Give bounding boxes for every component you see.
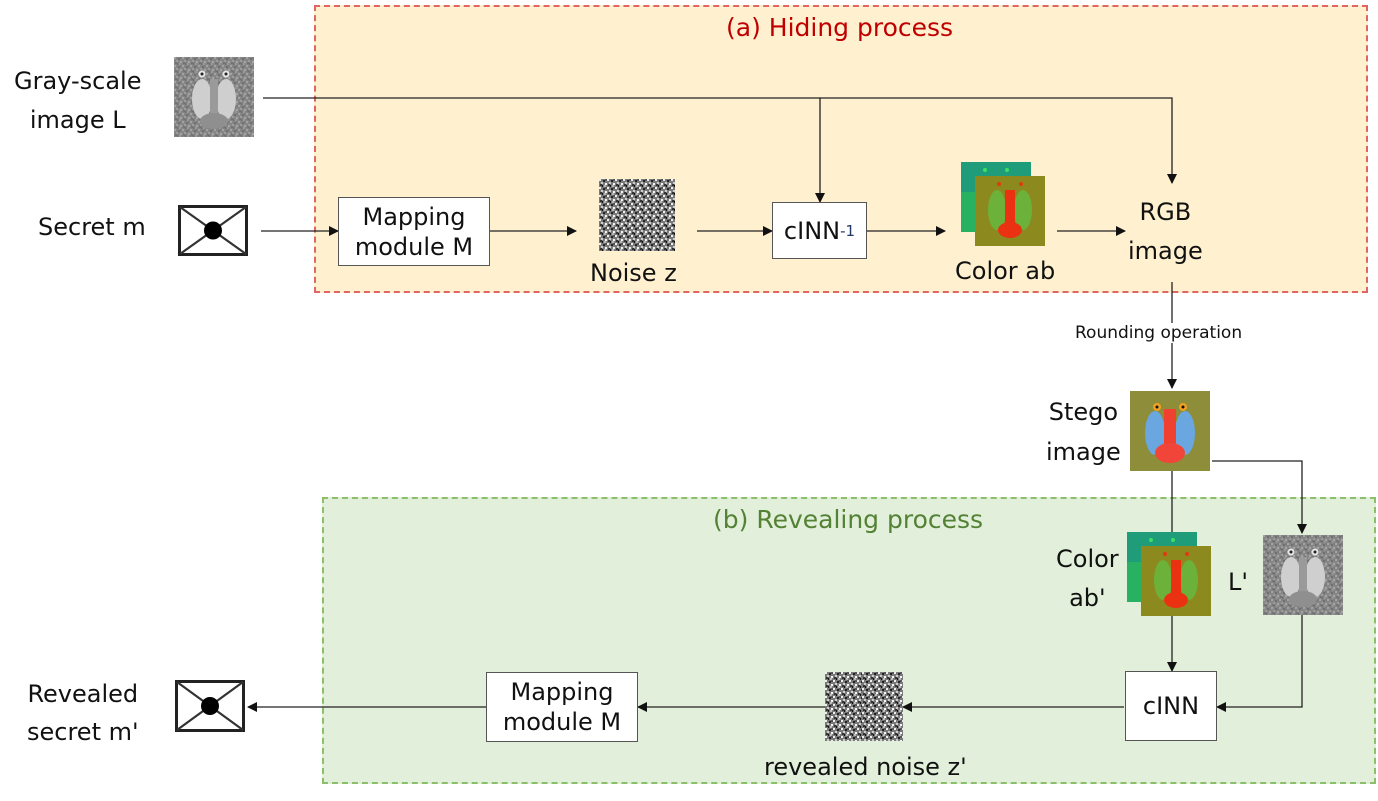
stego-image-label: Stego image (1046, 392, 1121, 472)
color-ab-prime-image (1127, 532, 1211, 616)
grayscale-image-thumbnail (174, 57, 254, 137)
revealed-noise-image-right (862, 672, 903, 741)
color-ab-label: Color ab (955, 257, 1056, 285)
mapping-module-hiding: Mapping module M (338, 197, 490, 266)
l-prime-label: L' (1228, 568, 1248, 596)
revealed-noise-label: revealed noise z' (764, 753, 967, 781)
envelope-icon (178, 205, 248, 256)
stego-label-line1: Stego (1048, 398, 1119, 426)
cinn-inverse-block: cINN -1 (772, 202, 867, 259)
secret-label: Secret m (38, 213, 146, 241)
stego-image-thumbnail (1130, 391, 1210, 471)
rgb-image-label: RGB image (1128, 193, 1203, 271)
rgb-label-line1: RGB (1139, 198, 1192, 226)
color-prime-line2: ab' (1069, 584, 1106, 612)
revealed-secret-label: Revealed secret m' (27, 675, 139, 751)
grayscale-label-line2: image L (29, 106, 126, 134)
mapping-revealing-line1: Mapping (510, 678, 614, 706)
grayscale-image-label: Gray-scale image L (14, 62, 141, 140)
revealed-secret-line1: Revealed (27, 680, 139, 708)
revealed-noise-image (825, 672, 866, 741)
mapping-hiding-line2: module M (354, 232, 474, 261)
noise-z-label: Noise z (590, 259, 677, 287)
l-prime-thumbnail (1263, 535, 1343, 615)
noise-z-image (599, 179, 675, 251)
cinn-inverse-superscript: -1 (840, 221, 856, 240)
rgb-label-line2: image (1128, 237, 1203, 265)
mapping-hiding-line1: Mapping (362, 202, 466, 231)
revealed-secret-line2: secret m' (27, 718, 139, 746)
grayscale-label-line1: Gray-scale (14, 67, 142, 95)
color-ab-image (961, 162, 1045, 246)
hiding-revealing-diagram: (a) Hiding process (b) Revealing process (0, 0, 1378, 801)
cinn-block: cINN (1125, 671, 1217, 741)
stego-label-line2: image (1046, 438, 1121, 466)
cinn-inverse-label: cINN (783, 216, 841, 245)
mapping-revealing-line2: module M (502, 708, 622, 736)
arrow-grayscale-to-cinn-inverse (263, 97, 825, 203)
mapping-module-revealing: Mapping module M (486, 672, 638, 742)
arrow-l-prime-to-cinn (1216, 614, 1303, 712)
color-prime-line1: Color (1056, 545, 1119, 573)
rounding-operation-label: Rounding operation (1073, 323, 1245, 343)
revealed-envelope-icon (175, 680, 245, 732)
arrow-stego-to-l-prime (1212, 460, 1307, 534)
color-ab-prime-label: Color ab' (1056, 540, 1119, 618)
